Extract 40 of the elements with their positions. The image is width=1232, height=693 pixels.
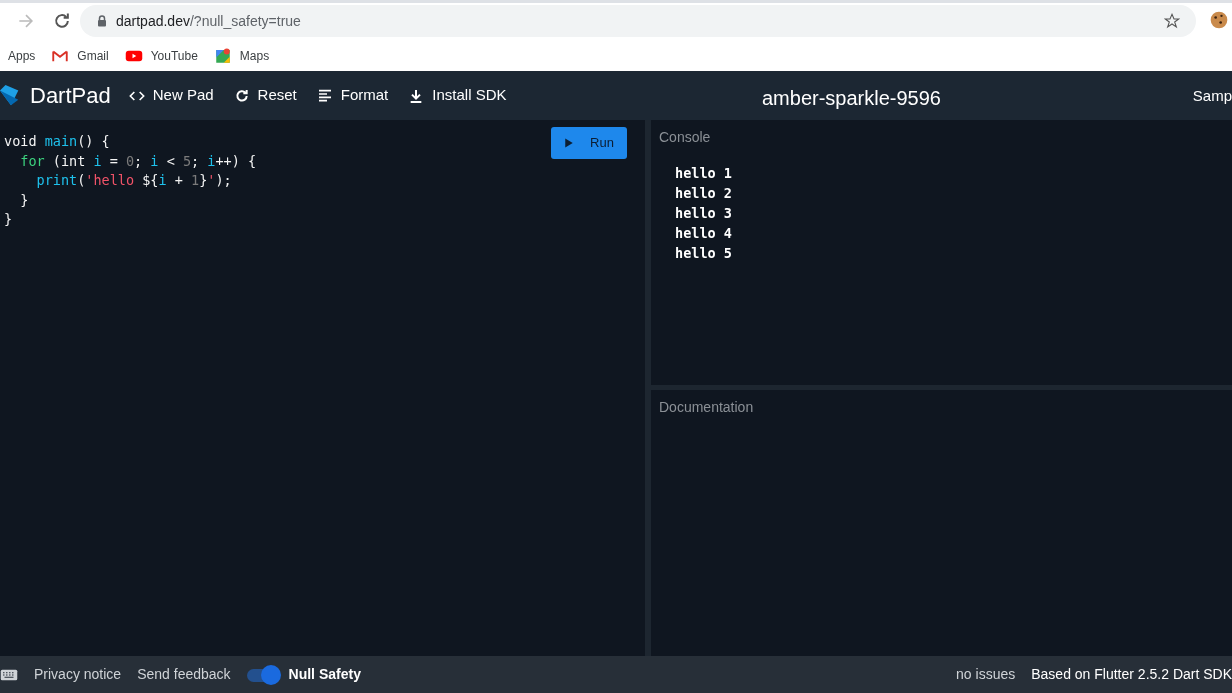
star-icon[interactable] [1164,13,1180,29]
reload-icon[interactable] [52,11,72,31]
toggle-label: Null Safety [288,665,361,684]
bookmark-link[interactable]: Maps [213,47,270,65]
footer-link[interactable]: Privacy notice [34,664,122,685]
address-bar[interactable]: dartpad.dev/?null_safety=true [80,5,1196,37]
toolbar-button[interactable]: Reset [223,84,307,107]
code-line: for (int i = 0; i < 5; i++) { [19,151,257,171]
lock-icon [96,14,108,28]
run-button[interactable]: Run [551,127,627,159]
samples-button[interactable]: Samp [1192,85,1232,108]
cookie-icon[interactable] [1209,10,1229,30]
console-line: hello 4 [675,224,733,243]
console-line: hello 2 [675,184,733,203]
brand-name: DartPad [30,82,111,110]
console-line: hello 3 [675,204,733,223]
toolbar-button[interactable]: Format [306,84,399,107]
pad-title: amber-sparkle-9596 [762,86,941,111]
bookmark-link[interactable]: Gmail [51,47,109,65]
footer-link[interactable]: Send feedback [137,664,231,685]
play-icon [564,138,575,148]
bookmark-link[interactable]: Apps [8,47,36,65]
map-icon [213,47,232,65]
align-left-icon [316,87,333,104]
code-line: void main() { [4,132,110,151]
toolbar-button[interactable]: New Pad [118,84,224,107]
code-line: print('hello ${i + 1}'); [35,171,232,190]
url-text: dartpad.dev/?null_safety=true [116,11,302,31]
console-line: hello 5 [675,244,733,263]
bookmark-link[interactable]: YouTube [124,47,198,65]
code-line: } [19,190,29,210]
issues-status: no issues [956,665,1016,684]
console-line: hello 1 [675,164,733,183]
panel-title: Console [658,128,712,147]
panel-title: Documentation [658,398,755,417]
toolbar-button[interactable]: Install SDK [398,84,517,107]
version-info: Based on Flutter 2.5.2 Dart SDK [1031,665,1232,684]
code-line: } [4,210,13,229]
null-safety-toggle[interactable] [246,664,281,685]
refresh-icon [233,87,250,104]
